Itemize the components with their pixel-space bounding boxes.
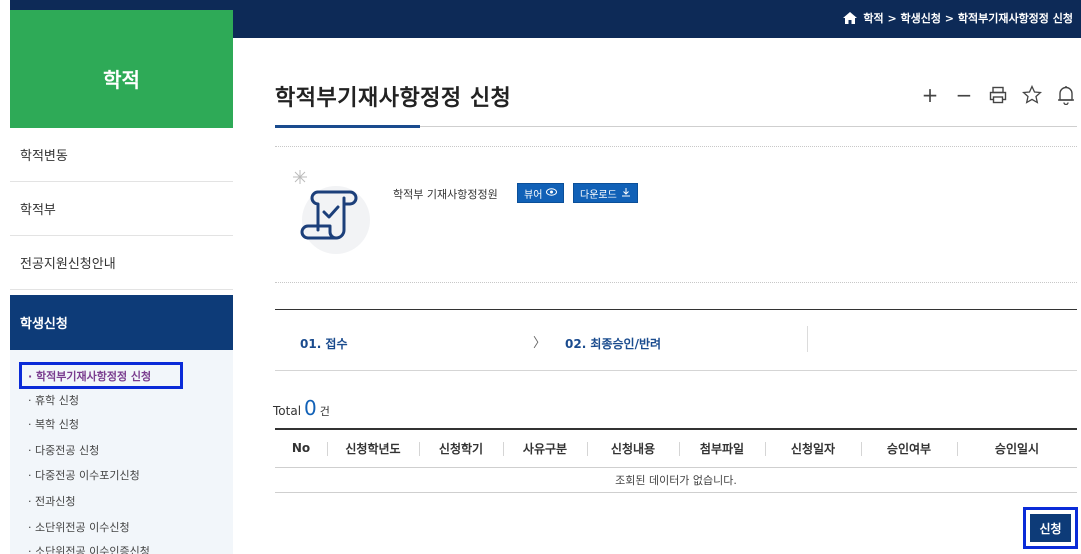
submenu-item-multi-major[interactable]: · 다중전공 신청	[28, 442, 99, 458]
sidebar-header: 학적	[10, 10, 233, 128]
breadcrumb-text[interactable]: 학적 > 학생신청 > 학적부기재사항정정 신청	[863, 10, 1073, 26]
submenu-item-micro-major[interactable]: · 소단위전공 이수신청	[28, 519, 130, 535]
col-no: No	[275, 428, 327, 468]
sidebar-item-major-guide[interactable]: 전공지원신청안내	[10, 236, 233, 290]
step-1-label: 01. 접수	[300, 337, 348, 351]
table-row: 조회된 데이터가 없습니다.	[275, 467, 1077, 493]
sidebar-item-record-change[interactable]: 학적변동	[10, 128, 233, 182]
breadcrumb: 학적 > 학생신청 > 학적부기재사항정정 신청	[843, 10, 1073, 26]
apply-highlight-box: 신청	[1023, 507, 1078, 549]
viewer-label: 뷰어	[524, 189, 543, 201]
page-title: 학적부기재사항정정 신청	[275, 86, 512, 111]
submenu-item-record-correction[interactable]: · 학적부기재사항정정 신청	[28, 368, 151, 384]
viewer-button[interactable]: 뷰어	[517, 183, 565, 203]
home-icon[interactable]	[843, 12, 858, 24]
download-icon	[621, 187, 631, 200]
col-approval-date: 승인일시	[957, 428, 1077, 468]
title-accent	[275, 125, 420, 128]
col-date: 신청일자	[765, 428, 861, 468]
step-separator	[807, 326, 808, 352]
col-content: 신청내용	[587, 428, 679, 468]
chevron-right-icon: 〉	[533, 336, 547, 351]
col-semester: 신청학기	[419, 428, 503, 468]
star-icon[interactable]	[1022, 84, 1042, 106]
document-icon	[290, 168, 370, 258]
col-reason: 사유구분	[503, 428, 587, 468]
download-label: 다운로드	[580, 189, 617, 201]
sidebar-item-record[interactable]: 학적부	[10, 182, 233, 236]
sidebar-item-student-request[interactable]: 학생신청	[10, 295, 233, 350]
submenu-item-micro-major-cert[interactable]: · 소단위전공 이수인증신청	[28, 543, 150, 554]
submenu-item-transfer[interactable]: · 전과신청	[28, 493, 75, 509]
bell-icon[interactable]	[1056, 84, 1076, 106]
dotted-divider-top	[275, 146, 1077, 147]
download-button[interactable]: 다운로드	[573, 183, 638, 203]
zoom-in-icon[interactable]: +	[920, 83, 940, 107]
print-icon[interactable]	[988, 84, 1008, 106]
dotted-divider-bottom	[275, 282, 1077, 283]
total-count: Total 0 건	[273, 396, 330, 420]
col-attachment: 첨부파일	[679, 428, 765, 468]
submenu-item-multi-major-cancel[interactable]: · 다중전공 이수포기신청	[28, 467, 140, 483]
total-number: 0	[304, 396, 317, 420]
total-label: Total	[273, 404, 302, 418]
col-approval: 승인여부	[861, 428, 957, 468]
sidebar-submenu: · 학적부기재사항정정 신청 · 휴학 신청 · 복학 신청 · 다중전공 신청…	[10, 350, 233, 554]
apply-button[interactable]: 신청	[1030, 514, 1071, 542]
empty-message: 조회된 데이터가 없습니다.	[275, 467, 1077, 493]
submenu-item-return[interactable]: · 복학 신청	[28, 416, 79, 432]
toolbar: + −	[920, 83, 1076, 107]
col-year: 신청학년도	[327, 428, 419, 468]
submenu-item-leave[interactable]: · 휴학 신청	[28, 392, 79, 408]
request-table: No 신청학년도 신청학기 사유구분 신청내용 첨부파일 신청일자 승인여부 승…	[275, 428, 1077, 493]
table-header-row: No 신청학년도 신청학기 사유구분 신청내용 첨부파일 신청일자 승인여부 승…	[275, 428, 1077, 468]
process-steps	[275, 309, 1077, 371]
document-name: 학적부 기재사항정정원	[393, 188, 498, 201]
app-root: 학적 > 학생신청 > 학적부기재사항정정 신청 학적 학적변동 학적부 전공지…	[0, 0, 1081, 554]
eye-icon	[546, 187, 558, 199]
total-unit: 건	[319, 405, 330, 418]
zoom-out-icon[interactable]: −	[954, 83, 974, 107]
sidebar: 학적 학적변동 학적부 전공지원신청안내 학생신청 · 학적부기재사항정정 신청…	[10, 10, 233, 554]
step-2-label: 02. 최종승인/반려	[565, 337, 662, 351]
